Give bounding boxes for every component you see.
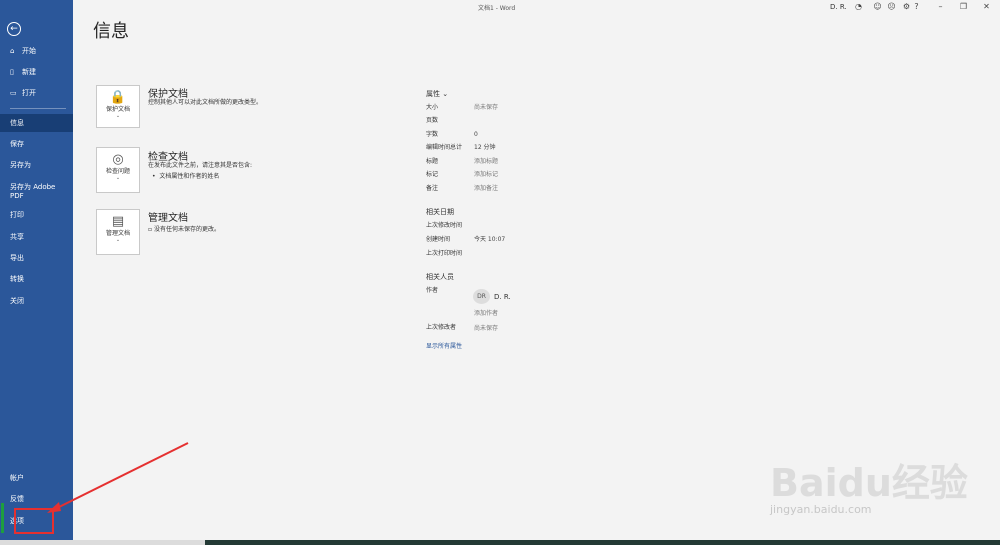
taskbar-strip: [0, 540, 1000, 545]
annotation-arrow: [47, 442, 189, 513]
